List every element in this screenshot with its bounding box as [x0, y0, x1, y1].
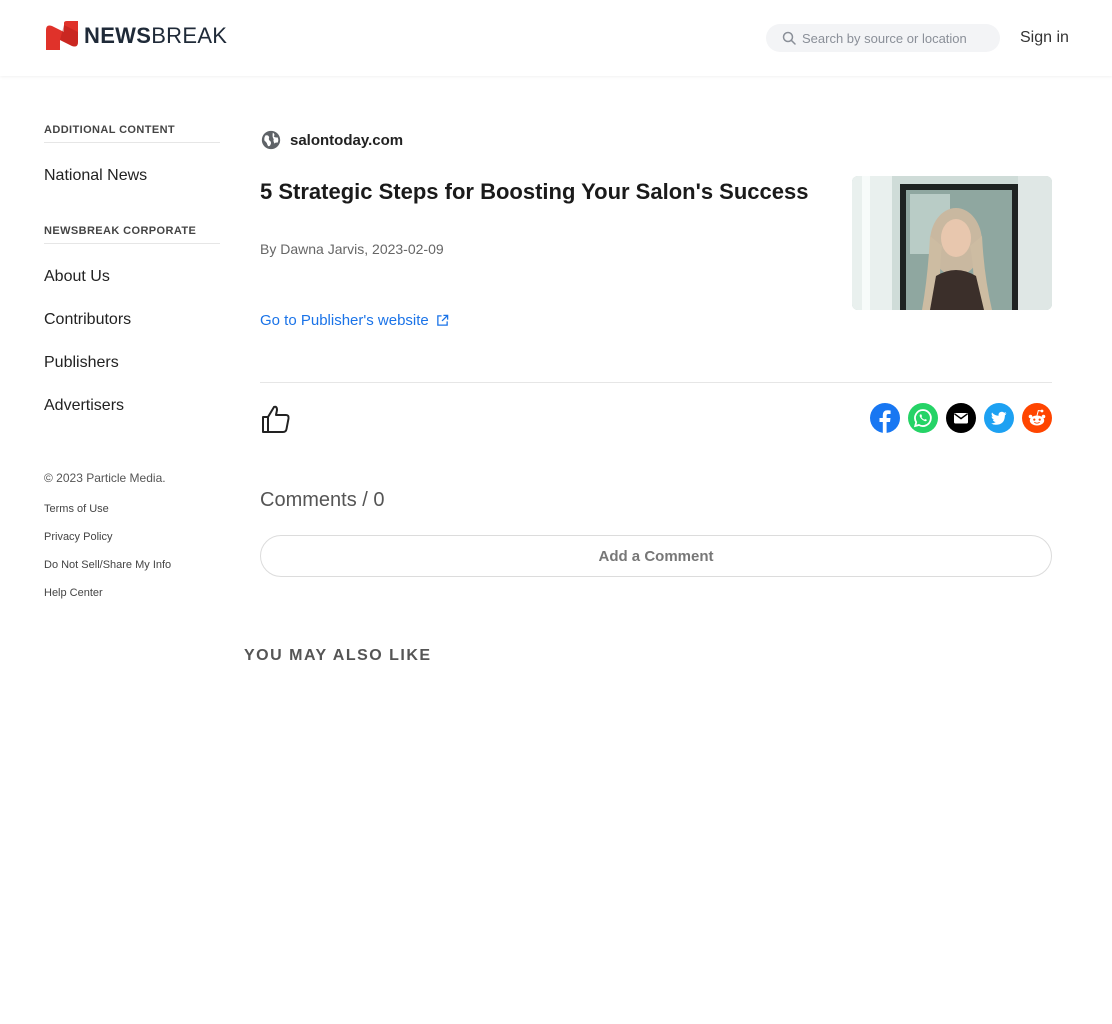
newsbreak-logo-icon — [46, 21, 78, 50]
top-header: NEWSBREAK Sign in — [0, 0, 1112, 76]
globe-icon — [261, 130, 281, 150]
newsbreak-logo[interactable]: NEWSBREAK — [44, 20, 227, 52]
thumbnail-image — [852, 176, 1052, 310]
sidebar-heading-additional-content: ADDITIONAL CONTENT — [44, 124, 220, 143]
sidebar-item-about-us[interactable]: About Us — [44, 268, 220, 286]
article-byline: By Dawna Jarvis, 2023-02-09 — [260, 241, 444, 257]
article-title: 5 Strategic Steps for Boosting Your Salo… — [260, 179, 809, 204]
help-center-link[interactable]: Help Center — [44, 587, 103, 599]
comments-count: Comments / 0 — [260, 489, 385, 511]
email-icon — [946, 403, 976, 433]
sidebar-item-advertisers[interactable]: Advertisers — [44, 397, 220, 415]
newsbreak-wordmark: NEWSBREAK — [84, 20, 227, 52]
whatsapp-icon — [908, 403, 938, 433]
thumbs-up-icon[interactable] — [260, 403, 292, 435]
article-source[interactable]: salontoday.com — [260, 129, 403, 151]
external-link-icon — [436, 314, 449, 326]
left-sidebar: ADDITIONAL CONTENT National News NEWSBRE… — [44, 124, 220, 415]
content-divider — [260, 382, 1052, 383]
do-not-sell-link[interactable]: Do Not Sell/Share My Info — [44, 559, 171, 571]
you-may-also-like-heading: YOU MAY ALSO LIKE — [244, 647, 432, 664]
search-bar[interactable] — [766, 24, 1000, 52]
wordmark-news: NEWS — [84, 23, 152, 48]
share-reddit-button[interactable] — [1022, 403, 1052, 433]
sidebar-heading-newsbreak-corporate: NEWSBREAK CORPORATE — [44, 225, 220, 244]
share-facebook-button[interactable] — [870, 403, 900, 433]
article-thumbnail[interactable] — [852, 176, 1052, 310]
facebook-icon — [870, 403, 900, 433]
wordmark-break: BREAK — [151, 23, 228, 48]
share-twitter-button[interactable] — [984, 403, 1014, 433]
sidebar-item-national-news[interactable]: National News — [44, 167, 220, 185]
search-input[interactable] — [802, 30, 992, 46]
copyright-text: © 2023 Particle Media. — [44, 471, 166, 485]
source-name: salontoday.com — [290, 131, 404, 149]
publisher-website-link[interactable]: Go to Publisher's website — [260, 312, 449, 329]
add-comment-button[interactable]: Add a Comment — [260, 535, 1052, 577]
publisher-link-label: Go to Publisher's website — [260, 312, 429, 329]
sign-in-link[interactable]: Sign in — [1020, 28, 1069, 48]
sidebar-item-publishers[interactable]: Publishers — [44, 354, 220, 372]
privacy-policy-link[interactable]: Privacy Policy — [44, 531, 112, 543]
terms-of-use-link[interactable]: Terms of Use — [44, 503, 109, 515]
twitter-icon — [984, 403, 1014, 433]
sidebar-item-contributors[interactable]: Contributors — [44, 311, 220, 329]
share-whatsapp-button[interactable] — [908, 403, 938, 433]
reddit-icon — [1022, 403, 1052, 433]
share-email-button[interactable] — [946, 403, 976, 433]
search-icon — [782, 31, 796, 45]
